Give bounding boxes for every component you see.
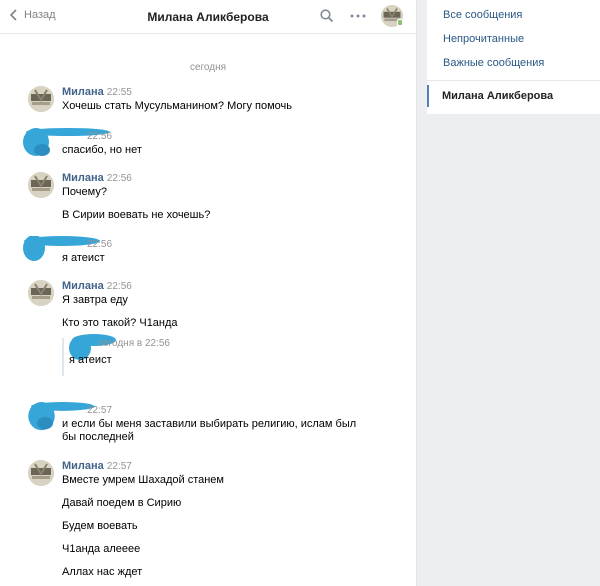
message-time[interactable]: 22:56 <box>107 173 132 184</box>
sidebar-divider <box>427 80 600 81</box>
message-text: Ч1анда алееее <box>62 543 141 555</box>
forwarded-message[interactable]: сегодня в 22:56 я атеист <box>62 334 382 376</box>
message-text: Почему? <box>62 186 107 198</box>
avatar[interactable] <box>28 172 54 198</box>
message-time[interactable]: 22:55 <box>107 87 132 98</box>
message-time[interactable]: 22:56 <box>87 131 112 142</box>
message-text: В Сирии воевать не хочешь? <box>62 209 211 221</box>
sidebar-item-active-chat[interactable]: Милана Аликберова <box>427 85 600 107</box>
chat-panel: Назад Милана Аликберова сегодня Милана 22… <box>0 0 417 586</box>
message-time[interactable]: 22:57 <box>107 461 132 472</box>
avatar[interactable] <box>28 280 54 306</box>
message-text: Давай поедем в Сирию <box>62 497 182 509</box>
message-author[interactable]: Милана <box>62 86 104 98</box>
message-time[interactable]: 22:57 <box>87 405 112 416</box>
message-text: спасибо, но нет <box>62 144 142 156</box>
message-text: Аллах нас ждет <box>62 566 143 578</box>
avatar[interactable] <box>28 460 54 486</box>
message-text: я атеист <box>62 252 105 264</box>
forwarded-text: я атеист <box>69 354 112 366</box>
message-text: Я завтра еду <box>62 294 128 306</box>
message-text: и если бы меня заставили выбирать религи… <box>62 418 357 443</box>
back-button[interactable]: Назад <box>10 9 56 21</box>
back-chevron-icon <box>10 9 17 21</box>
message-text: Вместе умрем Шахадой станем <box>62 474 224 486</box>
message-author[interactable]: Милана <box>62 460 104 472</box>
message-text: Будем воевать <box>62 520 138 532</box>
messages-sidebar: Все сообщения Непрочитанные Важные сообщ… <box>427 0 600 114</box>
date-separator: сегодня <box>189 62 227 73</box>
sidebar-item-important[interactable]: Важные сообщения <box>443 57 544 69</box>
online-mobile-icon <box>397 19 403 26</box>
search-icon[interactable] <box>320 9 334 23</box>
message-author[interactable]: Милана <box>62 280 104 292</box>
more-icon[interactable] <box>350 14 366 18</box>
forwarded-time: сегодня в 22:56 <box>98 338 170 349</box>
message-text: Хочешь стать Мусульманином? Могу помочь <box>62 100 293 112</box>
back-label: Назад <box>24 9 56 21</box>
sidebar-item-all[interactable]: Все сообщения <box>443 9 522 21</box>
message-author[interactable]: Милана <box>62 172 104 184</box>
chat-header: Назад Милана Аликберова <box>0 0 416 34</box>
message-text: Кто это такой? Ч1анда <box>62 317 178 329</box>
sidebar-item-unread[interactable]: Непрочитанные <box>443 33 524 45</box>
sidebar-active-label: Милана Аликберова <box>442 90 554 102</box>
avatar[interactable] <box>28 86 54 112</box>
message-time[interactable]: 22:56 <box>107 281 132 292</box>
message-time[interactable]: 22:56 <box>87 239 112 250</box>
